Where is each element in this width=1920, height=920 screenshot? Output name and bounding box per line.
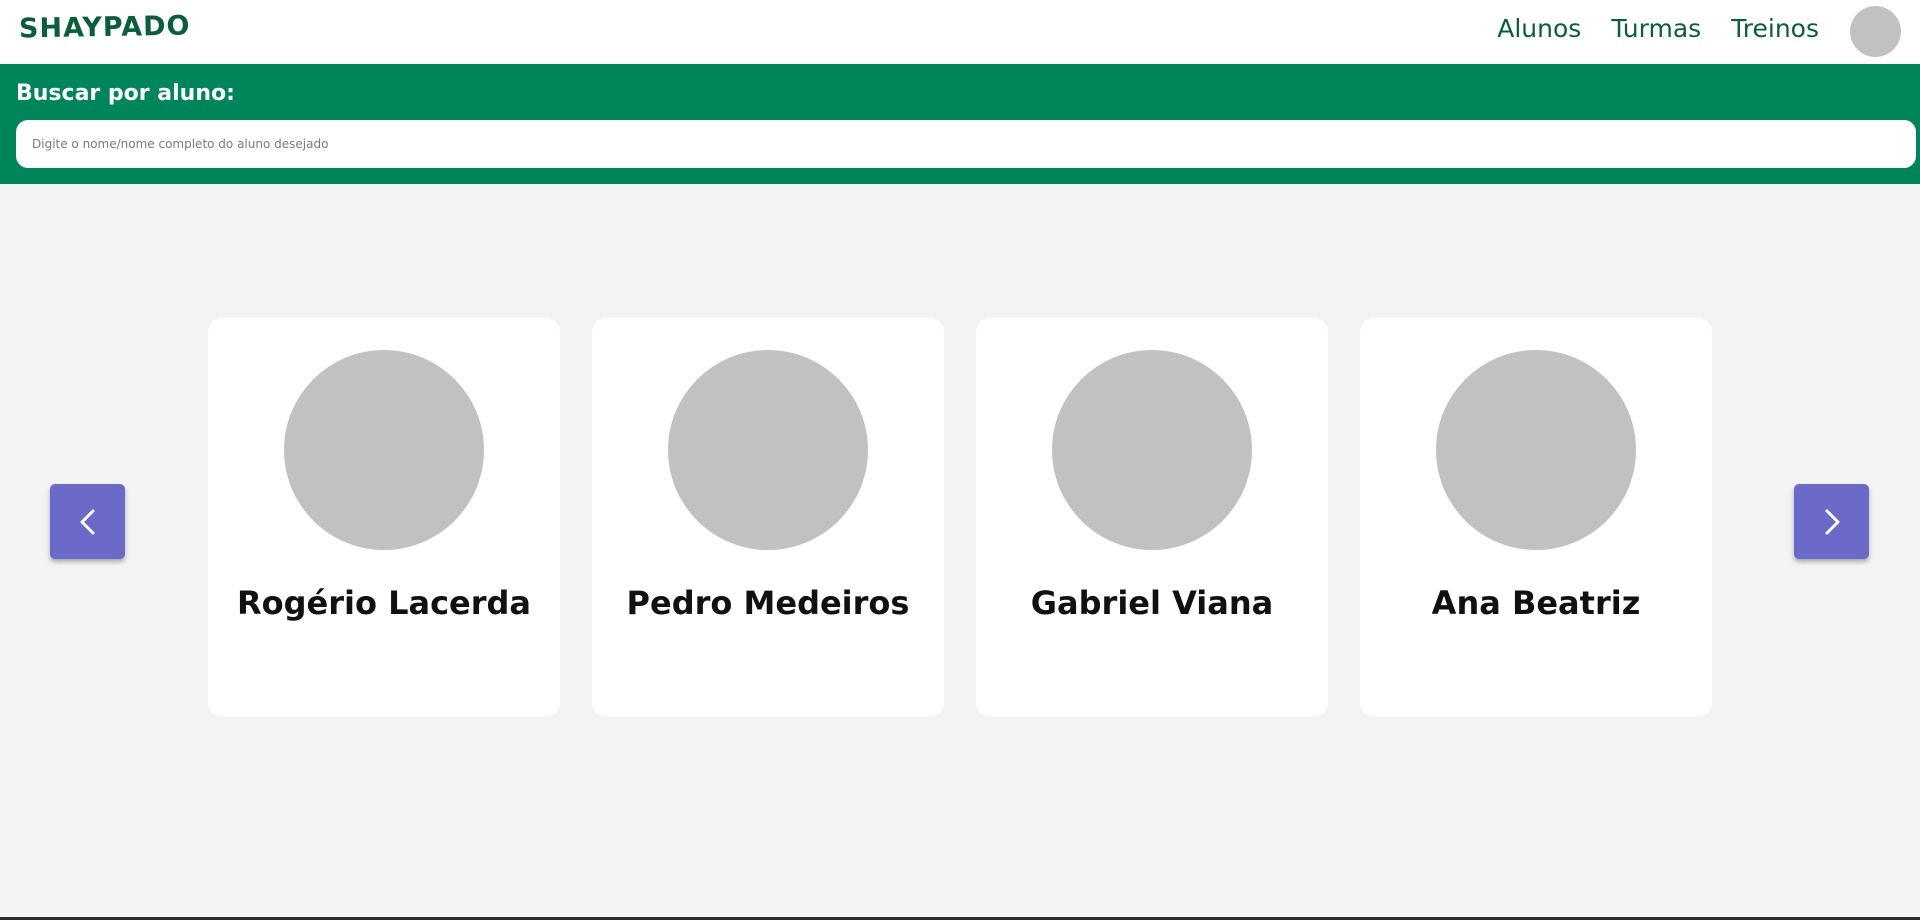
nav-link-treinos[interactable]: Treinos xyxy=(1731,14,1819,43)
student-card[interactable]: Rogério Lacerda xyxy=(208,318,560,717)
search-title: Buscar por aluno: xyxy=(16,81,235,106)
student-name: Gabriel Viana xyxy=(1030,584,1274,622)
main-nav: Alunos Turmas Treinos xyxy=(1497,14,1819,43)
student-avatar xyxy=(1436,350,1636,550)
carousel-prev-button[interactable] xyxy=(50,484,125,559)
student-avatar xyxy=(284,350,484,550)
student-avatar xyxy=(1052,350,1252,550)
student-avatar xyxy=(668,350,868,550)
student-card[interactable]: Ana Beatriz xyxy=(1360,318,1712,717)
student-card[interactable]: Pedro Medeiros xyxy=(592,318,944,717)
carousel-next-button[interactable] xyxy=(1794,484,1869,559)
student-name: Pedro Medeiros xyxy=(626,584,910,622)
nav-link-alunos[interactable]: Alunos xyxy=(1497,14,1581,43)
chevron-left-icon xyxy=(80,509,94,534)
search-section: Buscar por aluno: xyxy=(0,64,1920,184)
top-navbar: SHAYPADO Alunos Turmas Treinos xyxy=(0,0,1920,64)
user-avatar[interactable] xyxy=(1850,6,1901,57)
student-search-input[interactable] xyxy=(16,120,1916,168)
brand-logo[interactable]: SHAYPADO xyxy=(19,11,191,45)
student-card[interactable]: Gabriel Viana xyxy=(976,318,1328,717)
student-name: Rogério Lacerda xyxy=(236,584,532,622)
nav-link-turmas[interactable]: Turmas xyxy=(1611,14,1701,43)
student-name: Ana Beatriz xyxy=(1431,584,1641,622)
chevron-right-icon xyxy=(1825,509,1839,534)
